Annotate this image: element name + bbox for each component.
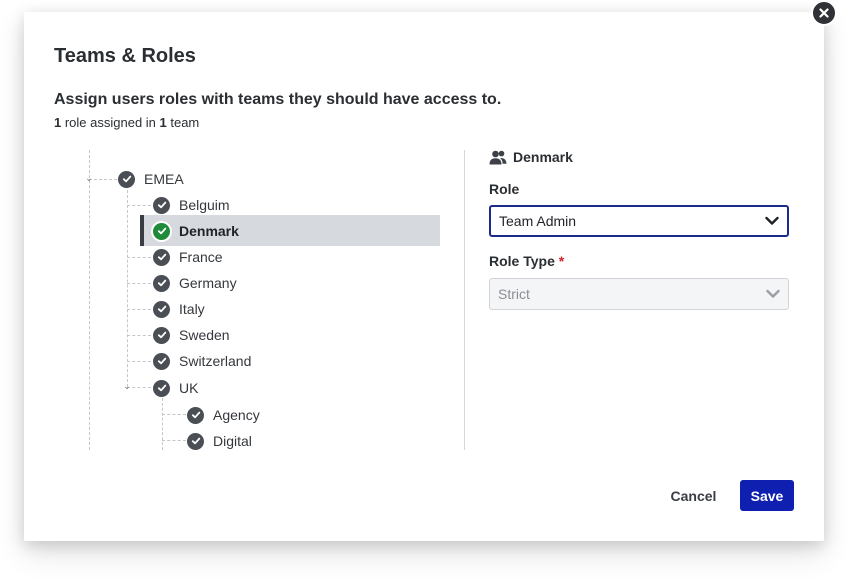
selected-row-indicator: [140, 215, 144, 246]
check-circle-icon: [153, 222, 170, 240]
panel-divider: [464, 150, 465, 450]
chevron-down-icon: [766, 289, 780, 299]
check-circle-icon: [153, 274, 170, 292]
check-circle-icon: [153, 379, 170, 397]
save-button[interactable]: Save: [740, 480, 794, 511]
role-label: Role: [489, 181, 520, 197]
tree-node-italy[interactable]: Italy: [153, 297, 205, 321]
check-circle-icon: [153, 326, 170, 344]
check-circle-icon: [187, 406, 204, 424]
role-type-select: Strict: [489, 278, 789, 310]
check-circle-icon: [153, 300, 170, 318]
tree-guide-emea-children: [127, 190, 128, 387]
expand-emea-icon[interactable]: ⌄: [84, 173, 94, 184]
selected-team-name: Denmark: [513, 149, 573, 165]
tree-guide: [127, 361, 151, 362]
tree-guide: [127, 309, 151, 310]
check-circle-icon: [187, 432, 204, 450]
check-circle-icon: [153, 352, 170, 370]
role-type-label: Role Type *: [489, 253, 564, 269]
tree-node-digital[interactable]: Digital: [187, 429, 252, 453]
chevron-down-icon: [765, 216, 779, 226]
tree-node-germany[interactable]: Germany: [153, 271, 237, 295]
tree-node-denmark[interactable]: Denmark: [153, 219, 239, 243]
tree-node-label: EMEA: [144, 171, 184, 187]
tree-guide: [127, 283, 151, 284]
tree-node-label: UK: [179, 380, 199, 396]
tree-node-belguim[interactable]: Belguim: [153, 193, 230, 217]
tree-node-label: Sweden: [179, 327, 230, 343]
tree-node-switzerland[interactable]: Switzerland: [153, 349, 251, 373]
check-circle-icon: [153, 196, 170, 214]
role-type-label-text: Role Type: [489, 253, 555, 269]
tree-node-label: Digital: [213, 433, 252, 449]
tree-node-agency[interactable]: Agency: [187, 403, 260, 427]
tree-node-label: Belguim: [179, 197, 230, 213]
tree-guide-uk-children: [162, 398, 163, 450]
tree-guide: [162, 414, 186, 415]
role-select-value: Team Admin: [499, 213, 577, 229]
selected-team-header: Denmark: [489, 149, 573, 165]
team-icon: [489, 150, 507, 165]
tree-node-label: Agency: [213, 407, 260, 423]
close-icon: [819, 8, 829, 18]
tree-node-france[interactable]: France: [153, 245, 223, 269]
required-marker: *: [558, 253, 565, 269]
tree-guide: [127, 205, 151, 206]
tree-node-label: Italy: [179, 301, 205, 317]
tree-node-label: Switzerland: [179, 353, 252, 369]
tree-node-label: Denmark: [179, 223, 239, 239]
close-button[interactable]: [811, 0, 837, 26]
tree-node-label: Germany: [179, 275, 237, 291]
expand-uk-icon[interactable]: ⌄: [122, 381, 132, 392]
teams-roles-modal: Teams & Roles Assign users roles with te…: [24, 12, 824, 541]
team-tree: ⌄ ⌄ EMEA Belguim Denmark France Germany: [24, 12, 464, 472]
tree-guide-root: [89, 150, 90, 450]
check-circle-icon: [153, 248, 170, 266]
role-select[interactable]: Team Admin: [489, 205, 789, 237]
tree-node-emea[interactable]: EMEA: [118, 167, 184, 191]
tree-guide: [127, 257, 151, 258]
tree-node-uk[interactable]: UK: [153, 376, 198, 400]
tree-node-label: France: [179, 249, 223, 265]
check-circle-icon: [118, 170, 135, 188]
tree-guide: [162, 440, 186, 441]
tree-node-sweden[interactable]: Sweden: [153, 323, 230, 347]
cancel-button[interactable]: Cancel: [661, 480, 726, 511]
role-type-select-value: Strict: [498, 286, 530, 302]
tree-guide: [127, 335, 151, 336]
